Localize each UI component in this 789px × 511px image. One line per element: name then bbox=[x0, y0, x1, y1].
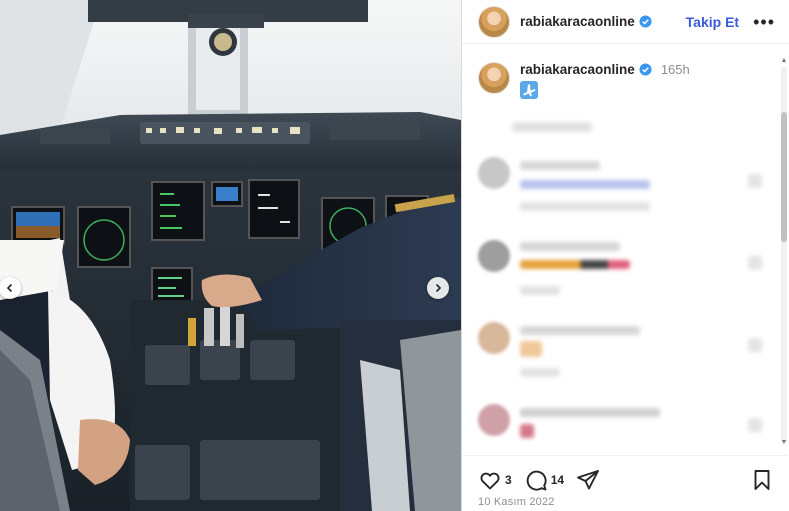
post-header: rabiakaracaonline Takip Et ••• bbox=[462, 0, 789, 44]
caption-timestamp[interactable]: 165h bbox=[661, 62, 690, 77]
post-side-panel: rabiakaracaonline Takip Et ••• rabiakara… bbox=[461, 0, 789, 511]
verified-badge-icon bbox=[639, 63, 652, 76]
caption: rabiakaracaonline 165h bbox=[462, 50, 788, 104]
chevron-left-icon bbox=[6, 283, 13, 293]
blurred-text bbox=[512, 122, 592, 132]
like-button[interactable]: 3 bbox=[478, 468, 512, 492]
post-date: 10 Kasım 2022 bbox=[478, 496, 555, 508]
post-actions: 3 14 bbox=[462, 455, 788, 495]
next-arrow-button[interactable] bbox=[427, 277, 449, 299]
comment-button[interactable]: 14 bbox=[524, 468, 564, 492]
blurred-text bbox=[520, 368, 560, 377]
heart-icon bbox=[480, 472, 500, 489]
blurred-text bbox=[520, 408, 660, 417]
scroll-up-icon[interactable]: ▲ bbox=[780, 57, 788, 65]
blurred-text bbox=[520, 161, 600, 170]
scroll-thumb[interactable] bbox=[781, 112, 787, 242]
blurred-text bbox=[520, 286, 560, 295]
caption-avatar[interactable] bbox=[478, 62, 510, 94]
scroll-down-icon[interactable]: ▼ bbox=[780, 439, 788, 447]
comments-list[interactable]: rabiakaracaonline 165h bbox=[462, 50, 788, 442]
blurred-icon bbox=[748, 418, 762, 432]
comment-count: 14 bbox=[550, 472, 565, 487]
comments-scrollbar[interactable]: ▲ ▼ bbox=[779, 57, 789, 447]
save-button[interactable] bbox=[750, 468, 774, 492]
blurred-text bbox=[520, 242, 620, 251]
blurred-emoji bbox=[520, 341, 542, 357]
follow-button[interactable]: Takip Et bbox=[686, 14, 739, 30]
post-media[interactable] bbox=[0, 0, 461, 511]
comment-avatar bbox=[478, 240, 510, 272]
comment-icon bbox=[526, 470, 547, 491]
share-button[interactable] bbox=[576, 468, 600, 492]
send-icon bbox=[577, 469, 599, 489]
bookmark-icon bbox=[754, 469, 770, 490]
comment-avatar bbox=[478, 157, 510, 189]
header-username[interactable]: rabiakaracaonline bbox=[520, 14, 635, 29]
blurred-icon bbox=[748, 338, 762, 352]
verified-badge-icon bbox=[639, 15, 652, 28]
caption-username[interactable]: rabiakaracaonline bbox=[520, 62, 635, 77]
airplane-icon bbox=[520, 81, 538, 99]
more-options-button[interactable]: ••• bbox=[753, 13, 775, 31]
blurred-link bbox=[520, 180, 650, 189]
chevron-right-icon bbox=[435, 283, 442, 293]
cockpit-photo bbox=[0, 0, 461, 511]
comment-avatar bbox=[478, 322, 510, 354]
blurred-text bbox=[520, 202, 650, 211]
blurred-icon bbox=[748, 174, 762, 188]
blurred-text bbox=[520, 424, 534, 438]
avatar[interactable] bbox=[478, 5, 510, 38]
blurred-text bbox=[520, 260, 630, 269]
blurred-text bbox=[520, 326, 640, 335]
comment-avatar bbox=[478, 404, 510, 436]
caption-body: rabiakaracaonline 165h bbox=[520, 62, 690, 104]
blurred-icon bbox=[748, 256, 762, 270]
like-count: 3 bbox=[505, 472, 512, 487]
post-viewer: rabiakaracaonline Takip Et ••• rabiakara… bbox=[0, 0, 789, 511]
previous-arrow-button[interactable] bbox=[0, 277, 21, 299]
